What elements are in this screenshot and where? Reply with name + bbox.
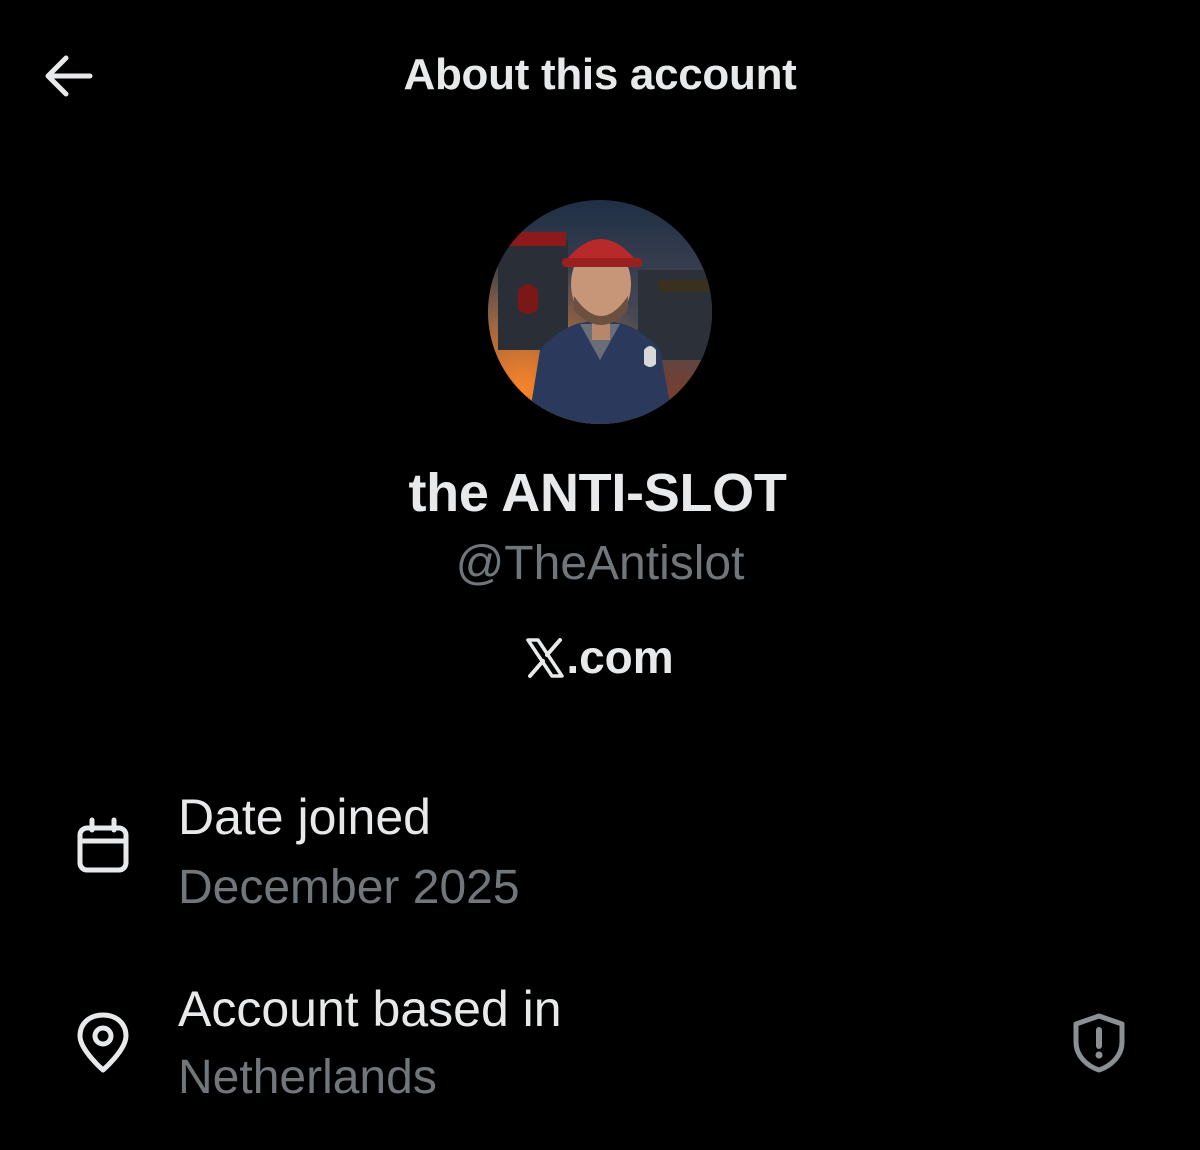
x-logo-icon [526, 638, 565, 678]
calendar-icon [77, 817, 129, 873]
account-based-in-row: Account based in Netherlands [0, 972, 1200, 1112]
display-name: the ANTI-SLOT [408, 463, 787, 523]
date-joined-row: Date joined December 2025 [0, 780, 1200, 920]
platform-text: .com [566, 631, 674, 683]
date-joined-value: December 2025 [178, 861, 520, 914]
username-handle: @TheAntislot [455, 537, 745, 590]
location-pin-icon [77, 1012, 129, 1073]
date-joined-label: Date joined [178, 789, 431, 845]
shield-alert-icon[interactable] [1068, 1012, 1130, 1074]
account-based-in-value: Netherlands [178, 1051, 437, 1104]
profile-avatar[interactable] [488, 200, 712, 424]
page-title: About this account [403, 50, 797, 99]
platform-label: .com [0, 630, 1200, 684]
top-bar: About this account [0, 0, 1200, 152]
account-based-in-label: Account based in [178, 981, 562, 1037]
profile-avatar-image [488, 200, 712, 424]
